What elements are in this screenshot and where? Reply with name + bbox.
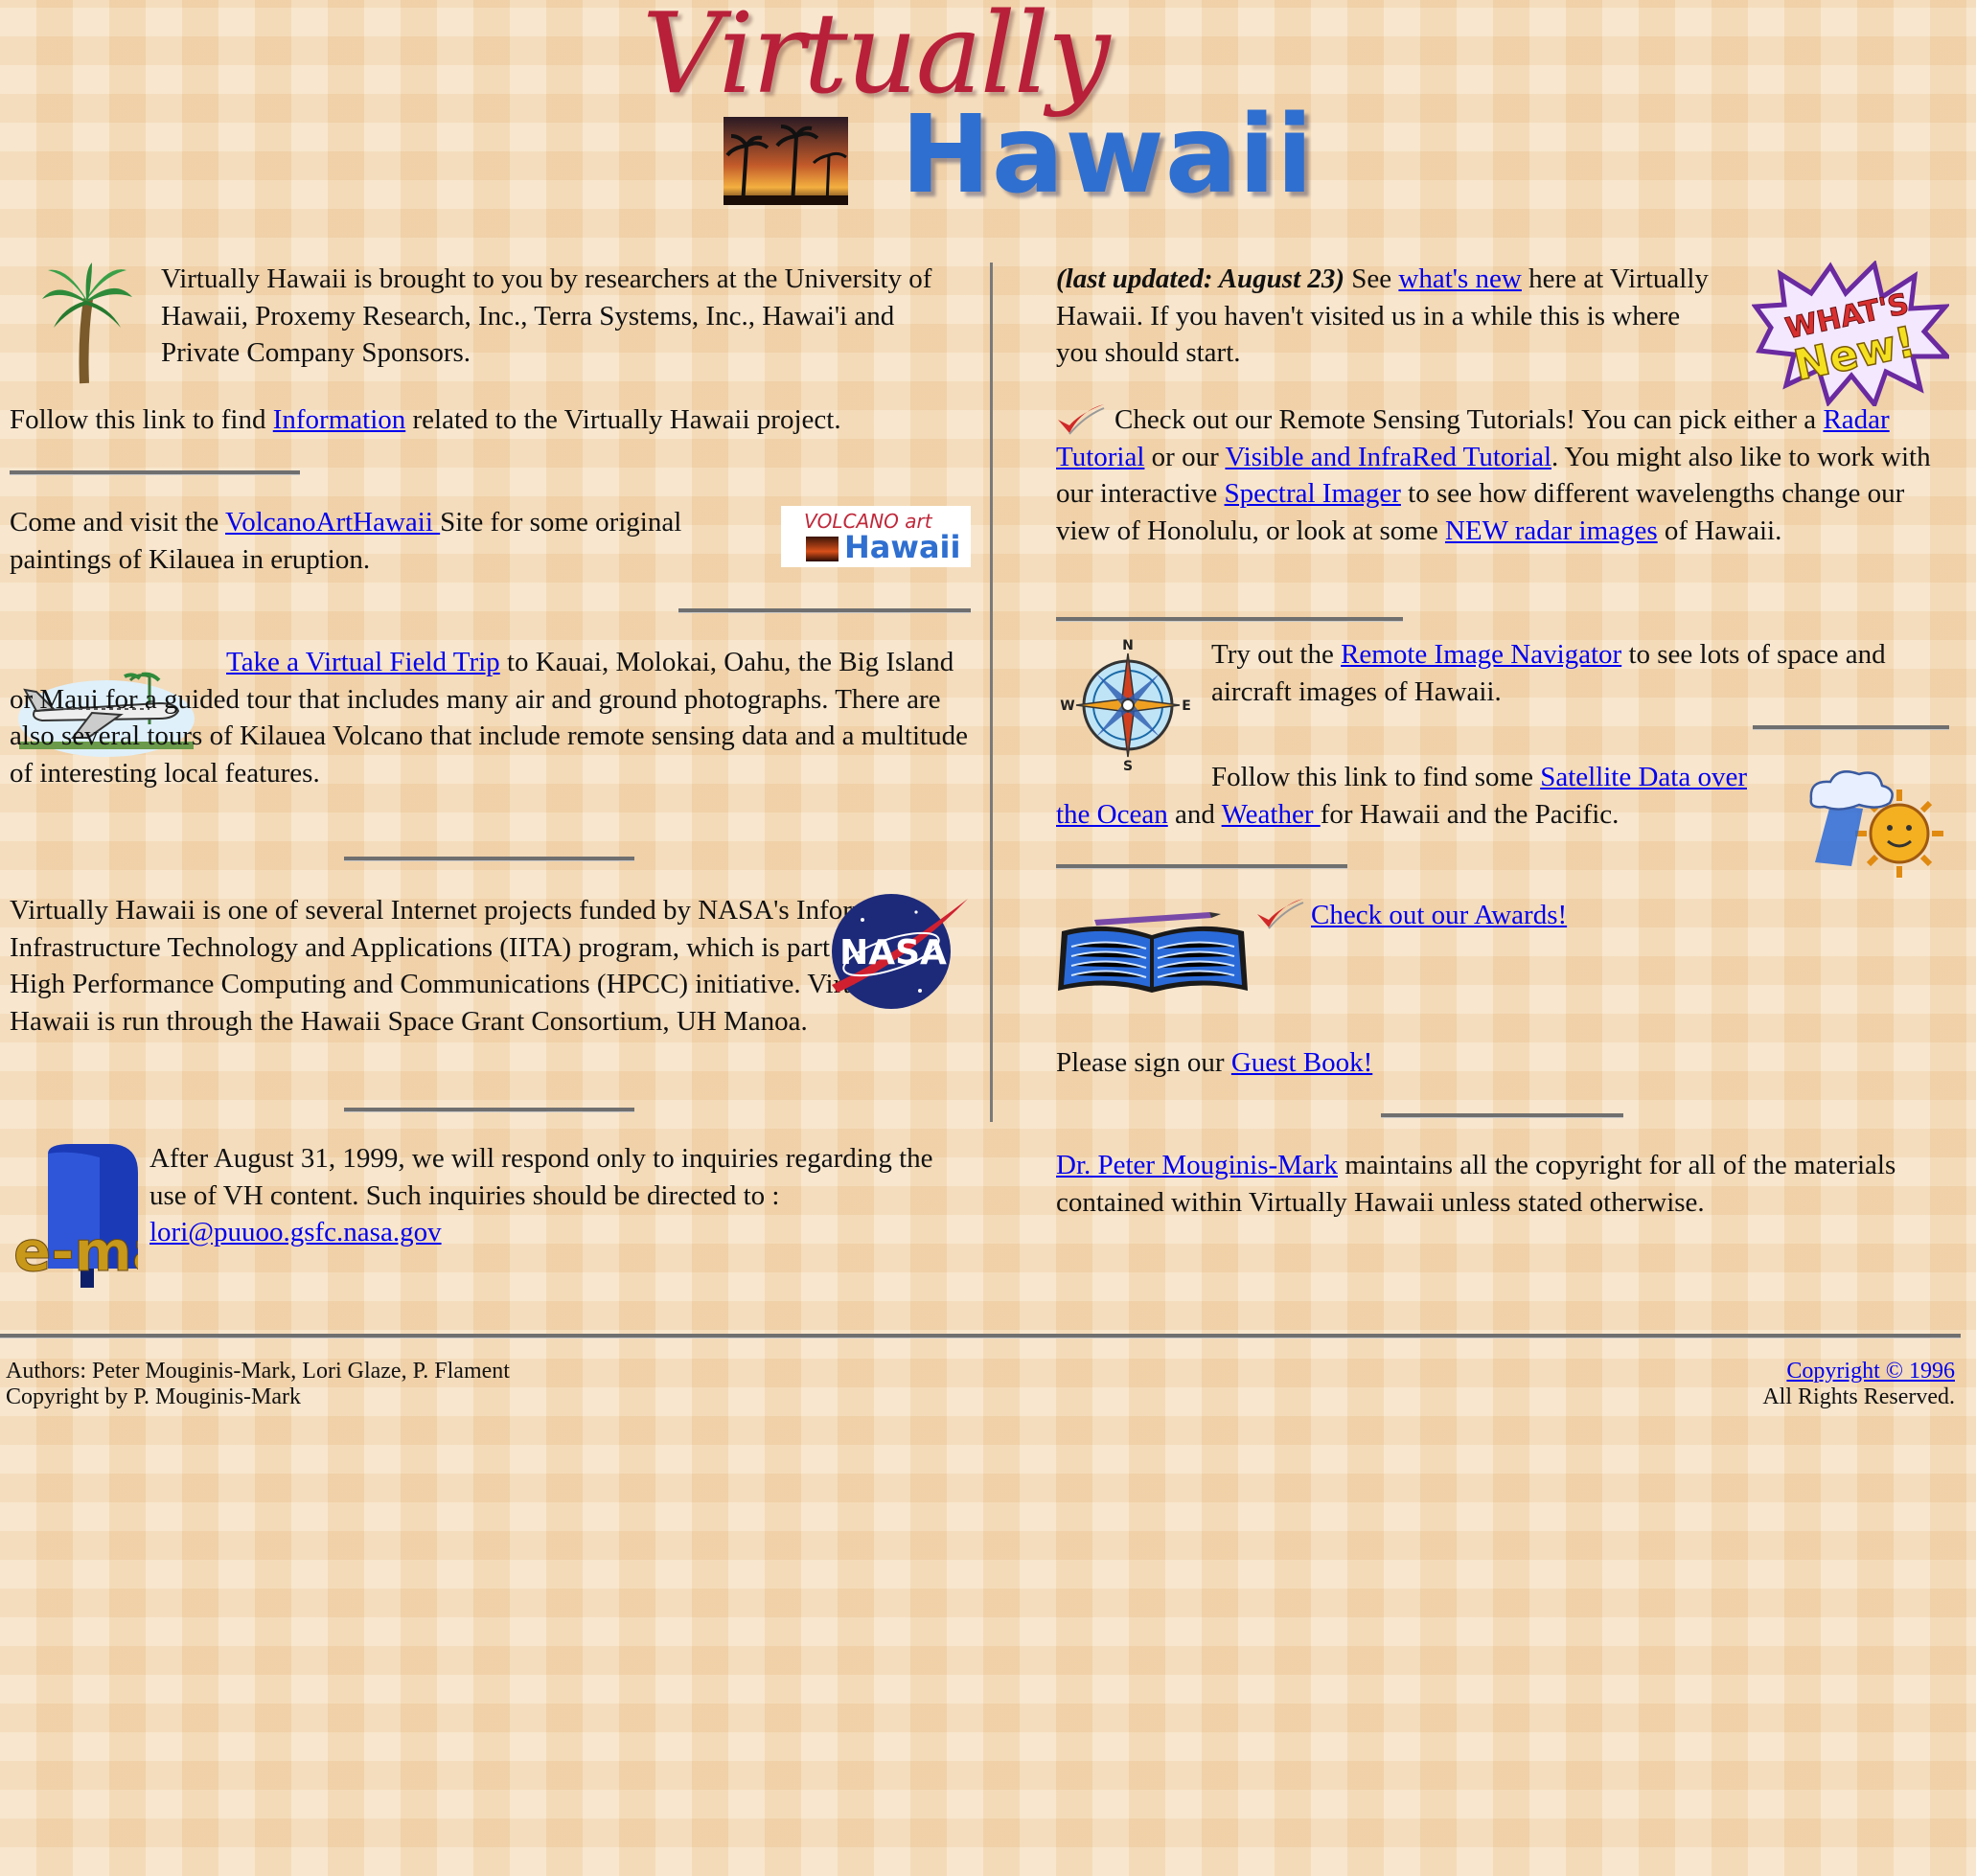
guest-book-prefix: Please sign our	[1056, 1047, 1231, 1078]
compass-w-label: W	[1060, 698, 1074, 714]
satellite-prefix: Follow this link to find some	[1211, 762, 1541, 792]
nasa-logo-text: NASA	[839, 933, 947, 972]
palm-tree-icon	[38, 261, 134, 387]
footer-copyright-by: Copyright by P. Mouginis-Mark	[6, 1384, 302, 1409]
field-trip-paragraph: Take a Virtual Field Trip to Kauai, Molo…	[10, 644, 976, 791]
email-mailbox-icon[interactable]: e-mail	[13, 1144, 138, 1293]
compass-e-label: E	[1182, 698, 1191, 714]
logo-sunset-image	[724, 117, 848, 205]
footer-right: Copyright © 1996 All Rights Reserved.	[1437, 1359, 1955, 1410]
image-navigator-paragraph: Try out the Remote Image Navigator to se…	[1211, 636, 1959, 710]
spectral-imager-link[interactable]: Spectral Imager	[1225, 478, 1401, 509]
right-divider-4	[1381, 1113, 1623, 1118]
satellite-weather-paragraph: Follow this link to find some Satellite …	[1056, 759, 1765, 833]
left-divider-3	[344, 857, 634, 861]
right-divider-1	[1056, 617, 1403, 622]
logo-word-hawaii: Hawaii	[901, 93, 1315, 217]
guest-book-paragraph: Please sign our Guest Book!	[1056, 1044, 1919, 1082]
volcano-paragraph: Come and visit the VolcanoArtHawaii Site…	[10, 504, 767, 578]
satellite-and: and	[1167, 798, 1222, 830]
remote-image-navigator-link[interactable]: Remote Image Navigator	[1341, 639, 1621, 670]
footer-copyright-link[interactable]: Copyright © 1996	[1786, 1359, 1955, 1384]
footer-left: Authors: Peter Mouginis-Mark, Lori Glaze…	[6, 1359, 868, 1410]
column-divider	[990, 263, 993, 1122]
contact-email-link[interactable]: lori@puuoo.gsfc.nasa.gov	[149, 1217, 442, 1247]
site-logo: Virtually Hawaii	[637, 0, 1327, 216]
nasa-paragraph: Virtually Hawaii is one of several Inter…	[10, 895, 930, 1037]
footer-rights: All Rights Reserved.	[1762, 1384, 1955, 1409]
virtual-field-trip-link[interactable]: Take a Virtual Field Trip	[226, 647, 500, 677]
information-paragraph: Follow this link to find Information rel…	[10, 401, 977, 439]
satellite-suffix: for Hawaii and the Pacific.	[1320, 798, 1620, 830]
copyright-paragraph: Dr. Peter Mouginis-Mark maintains all th…	[1056, 1147, 1938, 1221]
guest-book-link[interactable]: Guest Book!	[1231, 1047, 1372, 1078]
remote-sensing-end: of Hawaii.	[1657, 515, 1782, 546]
weather-sun-cloud-icon	[1805, 766, 1947, 883]
awards-link[interactable]: Check out our Awards!	[1311, 900, 1567, 930]
awards-book-icon[interactable]	[1056, 910, 1250, 995]
weather-link[interactable]: Weather	[1222, 799, 1321, 830]
mail-text: After August 31, 1999, we will respond o…	[149, 1143, 933, 1211]
left-divider-1	[10, 470, 300, 475]
right-divider-3	[1056, 864, 1347, 869]
volcano-art-link[interactable]: VolcanoArtHawaii	[225, 507, 440, 538]
last-updated-paragraph: (last updated: August 23) See what's new…	[1056, 261, 1727, 372]
volcano-prefix: Come and visit the	[10, 507, 226, 538]
volcano-logo-bottom-text: Hawaii	[844, 529, 961, 565]
compass-n-label: N	[1122, 638, 1134, 653]
nasa-logo: NASA	[824, 891, 974, 1012]
awards-checkmark-icon	[1255, 897, 1305, 931]
image-navigator-prefix: Try out the	[1211, 639, 1342, 670]
visible-infrared-tutorial-link[interactable]: Visible and InfraRed Tutorial	[1225, 442, 1551, 472]
remote-sensing-paragraph: Check out our Remote Sensing Tutorials! …	[1056, 401, 1945, 549]
footer-rule	[0, 1334, 1961, 1338]
left-divider-4	[344, 1108, 634, 1112]
intro-text: Virtually Hawaii is brought to you by re…	[161, 263, 932, 368]
footer-authors: Authors: Peter Mouginis-Mark, Lori Glaze…	[6, 1359, 510, 1384]
remote-sensing-text: Check out our Remote Sensing Tutorials! …	[1114, 404, 1824, 435]
whats-new-link[interactable]: what's new	[1398, 263, 1521, 294]
compass-icon: N S E W	[1058, 636, 1194, 772]
volcano-logo-image	[806, 537, 839, 561]
remote-sensing-or: or our	[1144, 441, 1226, 472]
whats-new-badge[interactable]: WHAT'S New!	[1752, 261, 1949, 406]
new-radar-images-link[interactable]: NEW radar images	[1445, 515, 1658, 546]
information-prefix: Follow this link to find	[10, 404, 273, 435]
awards-paragraph: Check out our Awards!	[1311, 897, 1886, 934]
volcano-art-hawaii-logo[interactable]: VOLCANO art Hawaii	[781, 506, 971, 567]
last-updated-date: (last updated: August 23)	[1056, 263, 1345, 294]
email-icon-text: e-mail	[13, 1219, 138, 1284]
last-updated-see: See	[1344, 263, 1399, 294]
peter-mouginis-mark-link[interactable]: Dr. Peter Mouginis-Mark	[1056, 1150, 1338, 1180]
right-divider-2	[1753, 725, 1949, 730]
information-suffix: related to the Virtually Hawaii project.	[405, 404, 841, 435]
mail-paragraph: After August 31, 1999, we will respond o…	[149, 1140, 974, 1251]
left-divider-2	[678, 608, 971, 613]
information-link[interactable]: Information	[273, 404, 406, 435]
